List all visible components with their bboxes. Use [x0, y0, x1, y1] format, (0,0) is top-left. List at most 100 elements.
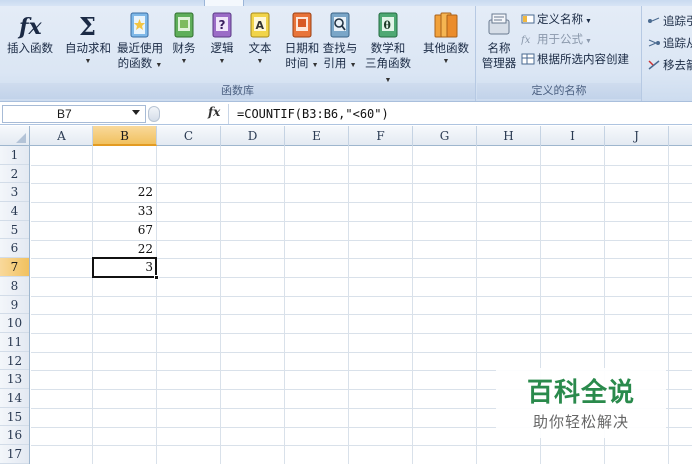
text-book-icon: A — [250, 12, 270, 38]
cell-b4[interactable]: 33 — [93, 202, 156, 220]
financial-button[interactable]: 财务 ▼ — [168, 10, 200, 66]
insert-function-icon: fx — [17, 14, 42, 40]
date-time-book-icon — [292, 12, 312, 38]
gridline — [31, 314, 692, 316]
column-header-a[interactable]: A — [31, 126, 93, 146]
define-name-label: 定义名称 — [537, 14, 583, 26]
column-header-c[interactable]: C — [157, 126, 221, 146]
column-header-d[interactable]: D — [221, 126, 285, 146]
formula-input[interactable]: =COUNTIF(B3:B6,"<60") — [228, 104, 690, 124]
financial-book-icon — [174, 12, 194, 38]
column-headers: A B C D E F G H I J — [0, 126, 692, 146]
logical-book-icon: ? — [212, 12, 232, 38]
cell-b7[interactable]: 3 — [93, 258, 156, 276]
cell-b3[interactable]: 22 — [93, 183, 156, 201]
row-header[interactable]: 15 — [0, 408, 29, 427]
logical-button[interactable]: ? 逻辑 ▼ — [206, 10, 238, 66]
column-header-e[interactable]: E — [285, 126, 349, 146]
gridline — [668, 146, 669, 464]
recent-functions-button[interactable]: 最近使用 的函数 ▼ — [114, 10, 166, 72]
row-header[interactable]: 17 — [0, 445, 29, 464]
name-box[interactable]: B7 — [2, 105, 146, 123]
group-defined-names: 名称 管理器 定义名称 ▼ fx 用于公式 ▼ 根据所选内容创建 定义的名称 — [477, 6, 642, 101]
svg-text:θ: θ — [384, 19, 391, 32]
chevron-down-icon: ▼ — [84, 58, 92, 65]
remove-arrows-label: 移去箭 — [663, 60, 692, 72]
use-in-formula-label: 用于公式 — [537, 34, 583, 46]
column-header-f[interactable]: F — [349, 126, 413, 146]
use-in-formula-button[interactable]: fx 用于公式 ▼ — [521, 32, 592, 49]
trace-precedents-button[interactable]: 追踪引 — [647, 14, 692, 31]
name-manager-label-1: 名称 — [487, 43, 511, 55]
row-header[interactable]: 13 — [0, 370, 29, 389]
gridline — [412, 146, 413, 464]
watermark-title: 百科全说 — [526, 378, 635, 408]
svg-text:fx: fx — [17, 14, 42, 40]
autosum-button[interactable]: Σ 自动求和 ▼ — [62, 10, 114, 66]
autosum-label: 自动求和 — [65, 43, 111, 55]
row-header[interactable]: 11 — [0, 333, 29, 352]
define-name-button[interactable]: 定义名称 ▼ — [521, 12, 592, 29]
insert-function-fx-icon[interactable]: fx — [208, 105, 220, 119]
math-label-1: 数学和 — [370, 43, 406, 55]
row-header[interactable]: 2 — [0, 165, 29, 184]
trace-precedents-icon — [648, 17, 660, 23]
cell-b6[interactable]: 22 — [93, 240, 156, 258]
row-header[interactable]: 10 — [0, 314, 29, 333]
row-header[interactable]: 1 — [0, 146, 29, 165]
financial-label: 财务 — [172, 43, 196, 55]
create-from-selection-button[interactable]: 根据所选内容创建 — [521, 52, 629, 69]
fill-handle[interactable] — [154, 274, 159, 280]
row-header[interactable]: 9 — [0, 296, 29, 315]
gridline — [31, 351, 692, 353]
row-header[interactable]: 6 — [0, 239, 29, 259]
row-header[interactable]: 14 — [0, 389, 29, 408]
column-header-b[interactable]: B — [93, 126, 157, 146]
more-functions-label: 其他函数 — [423, 43, 469, 55]
name-manager-label-2: 管理器 — [481, 58, 517, 70]
row-header[interactable]: 12 — [0, 352, 29, 371]
ribbon: fx 插入函数 Σ 自动求和 ▼ 最近使用 的函数 ▼ 财务 ▼ ? 逻辑 ▼ … — [0, 6, 692, 102]
column-header-g[interactable]: G — [413, 126, 477, 146]
trace-dependents-button[interactable]: 追踪从 — [647, 36, 692, 53]
chevron-down-icon: ▼ — [349, 62, 357, 69]
row-header[interactable]: 3 — [0, 183, 29, 203]
math-trig-button[interactable]: θ 数学和 三角函数 ▼ — [360, 10, 416, 87]
row-header[interactable]: 4 — [0, 202, 29, 221]
watermark: 百科全说 助你轻松解决 — [496, 368, 666, 438]
chevron-down-icon: ▼ — [256, 58, 264, 65]
remove-arrows-button[interactable]: 移去箭 — [647, 58, 692, 75]
sigma-icon: Σ — [79, 12, 96, 40]
row-header[interactable]: 8 — [0, 277, 29, 296]
date-time-button[interactable]: 日期和 时间 ▼ — [282, 10, 322, 72]
row-header[interactable]: 5 — [0, 221, 29, 240]
gridline — [220, 146, 221, 464]
name-manager-button[interactable]: 名称 管理器 — [479, 10, 519, 72]
more-functions-button[interactable]: 其他函数 ▼ — [418, 10, 474, 66]
gridline — [31, 164, 692, 166]
chevron-down-icon[interactable] — [132, 110, 140, 115]
watermark-subtitle: 助你轻松解决 — [532, 413, 629, 431]
lookup-book-icon — [330, 12, 350, 38]
column-header-i[interactable]: I — [541, 126, 605, 146]
select-all-corner[interactable] — [0, 126, 30, 146]
insert-function-button[interactable]: fx 插入函数 — [2, 10, 58, 57]
math-label-2: 三角函数 — [365, 58, 411, 70]
logical-label: 逻辑 — [210, 43, 234, 55]
column-header-j[interactable]: J — [605, 126, 669, 146]
text-button[interactable]: A 文本 ▼ — [244, 10, 276, 66]
cell-b5[interactable]: 67 — [93, 221, 156, 239]
row-header-active[interactable]: 7 — [0, 258, 29, 277]
recent-functions-label-2: 的函数 — [117, 58, 153, 70]
more-functions-icon — [434, 12, 458, 38]
svg-text:Σ: Σ — [79, 12, 96, 40]
formula-bar-splitter[interactable] — [148, 106, 160, 122]
gridline — [31, 333, 692, 334]
trace-precedents-label: 追踪引 — [663, 16, 692, 28]
create-from-selection-icon — [521, 53, 535, 65]
row-header[interactable]: 16 — [0, 426, 29, 445]
chevron-down-icon: ▼ — [583, 18, 592, 25]
lookup-reference-button[interactable]: 查找与 引用 ▼ — [320, 10, 360, 72]
column-header-h[interactable]: H — [477, 126, 541, 146]
chevron-down-icon: ▼ — [583, 38, 592, 45]
